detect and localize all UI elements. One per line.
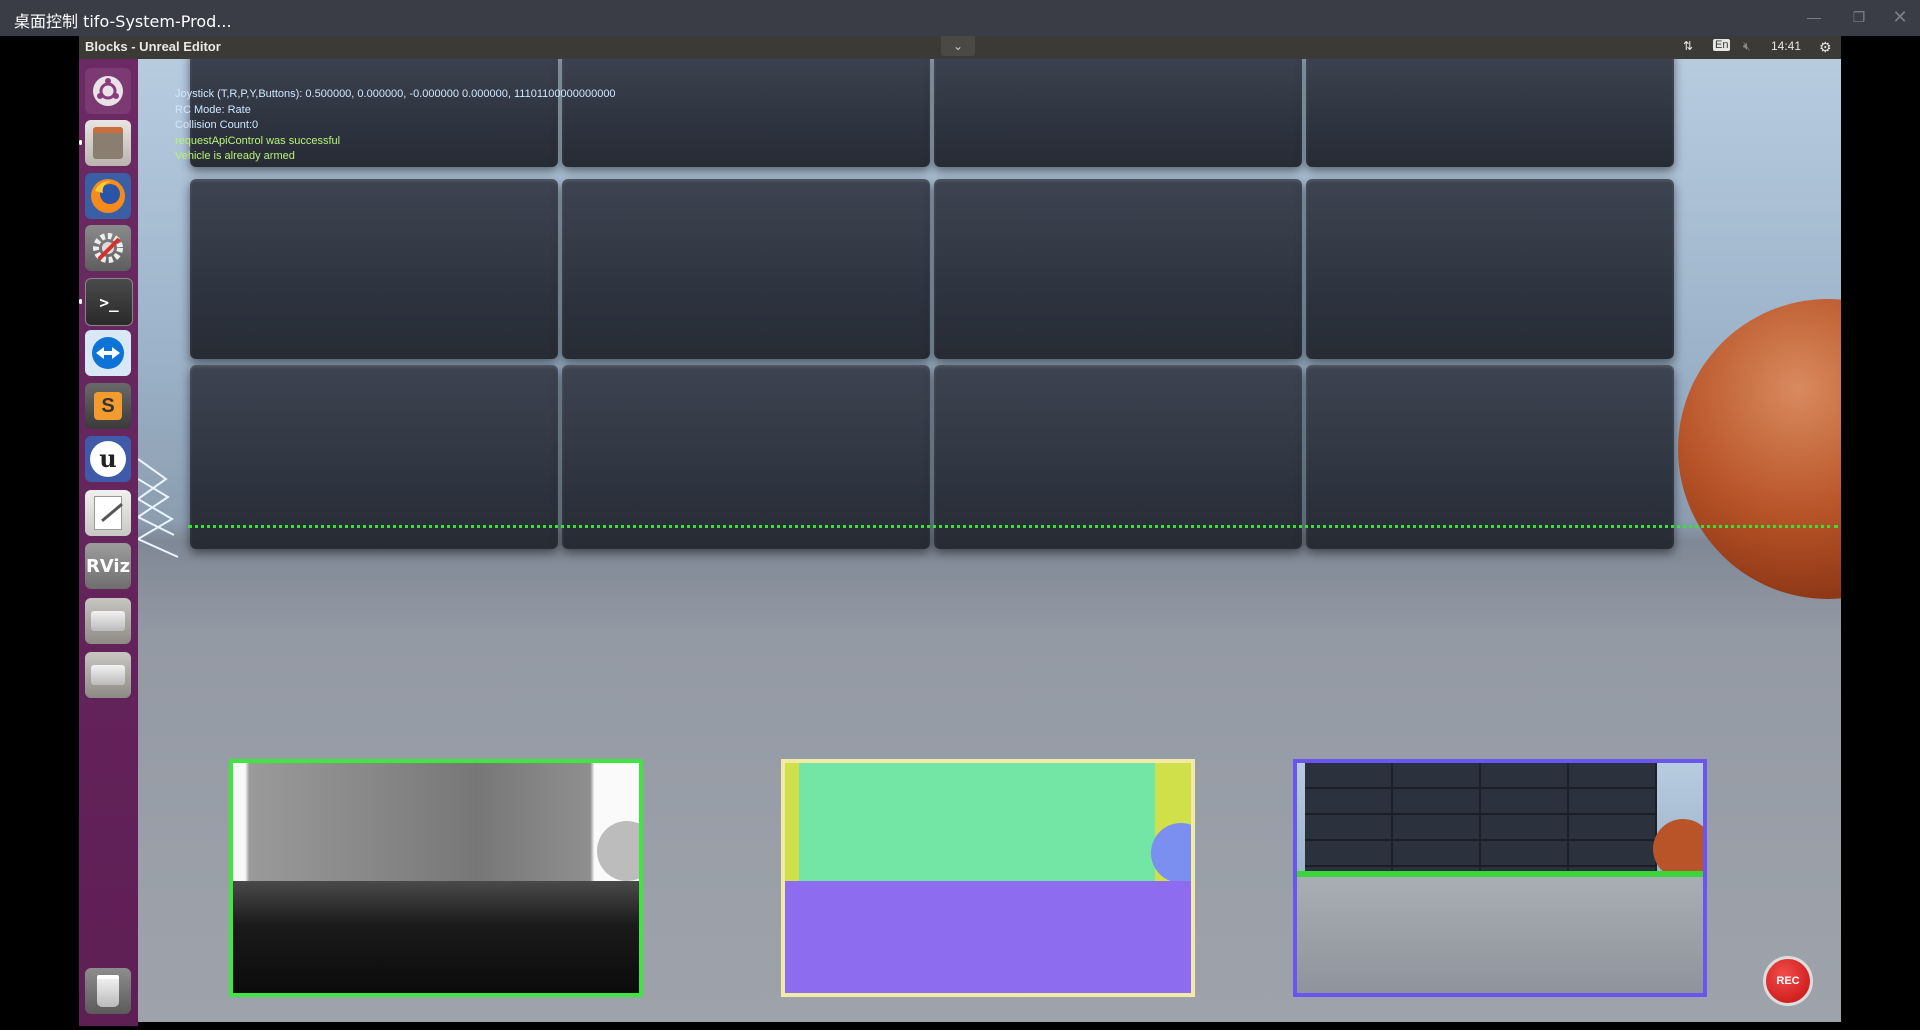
record-button[interactable]: REC [1763, 956, 1813, 1006]
remote-window-titlebar: 桌面控制 tifo-System-Prod... — ❐ ✕ [0, 0, 1920, 36]
settings-gear-icon[interactable]: ⚙ [1819, 39, 1832, 56]
hud-line-armed: Vehicle is already armed [175, 150, 295, 162]
volume-muted-icon[interactable]: 🔇︎ [1743, 39, 1751, 54]
rviz-label: RViz [85, 555, 131, 577]
network-transfer-icon[interactable]: ⇅ [1683, 39, 1693, 53]
minimize-icon[interactable]: — [1803, 6, 1825, 28]
keyboard-layout-indicator[interactable]: En [1713, 39, 1731, 51]
active-app-title: Blocks - Unreal Editor [85, 39, 221, 54]
hud-line-rc-mode: RC Mode: Rate [175, 103, 251, 116]
hud-messages: Joystick (T,R,P,Y,Buttons): 0.500000, 0.… [175, 87, 616, 165]
unreal-viewport[interactable]: Joystick (T,R,P,Y,Buttons): 0.500000, 0.… [138, 59, 1841, 1022]
remote-window-title: 桌面控制 tifo-System-Prod... [14, 12, 232, 31]
trash-icon[interactable] [85, 968, 131, 1014]
hud-line-joystick: Joystick (T,R,P,Y,Buttons): 0.500000, 0.… [175, 88, 616, 100]
scene-subwindow [1293, 759, 1707, 997]
sublime-icon[interactable]: S [85, 383, 131, 429]
depth-subwindow [229, 759, 643, 997]
hud-line-api-control: requestApiControl was successful [175, 134, 341, 147]
restore-icon[interactable]: ❐ [1848, 6, 1870, 28]
segmentation-subwindow [781, 759, 1195, 997]
launcher: >_ S u RViz [79, 59, 138, 1026]
ubuntu-logo-icon[interactable] [85, 68, 131, 114]
hud-line-collision: Collision Count:0 [175, 119, 259, 131]
rviz-icon[interactable]: RViz [85, 543, 131, 589]
firefox-icon[interactable] [85, 173, 131, 219]
settings-gear-icon[interactable] [85, 225, 131, 271]
orange-sphere [1678, 299, 1841, 599]
drive-icon[interactable] [85, 652, 131, 698]
text-editor-icon[interactable] [85, 490, 131, 536]
debug-trace-line [188, 525, 1838, 528]
teamviewer-icon[interactable] [85, 330, 131, 376]
terminal-icon[interactable]: >_ [85, 278, 133, 326]
top-panel: Blocks - Unreal Editor ⌄ ⇅ En 🔇︎ 14:41 ⚙ [79, 36, 1841, 59]
clock[interactable]: 14:41 [1771, 39, 1801, 53]
chevron-down-icon[interactable]: ⌄ [941, 36, 975, 56]
unreal-icon[interactable]: u [85, 436, 131, 482]
wireframe-object [138, 458, 179, 558]
file-cabinet-icon[interactable] [85, 120, 131, 166]
close-icon[interactable]: ✕ [1889, 6, 1911, 28]
drive-icon[interactable] [85, 598, 131, 644]
